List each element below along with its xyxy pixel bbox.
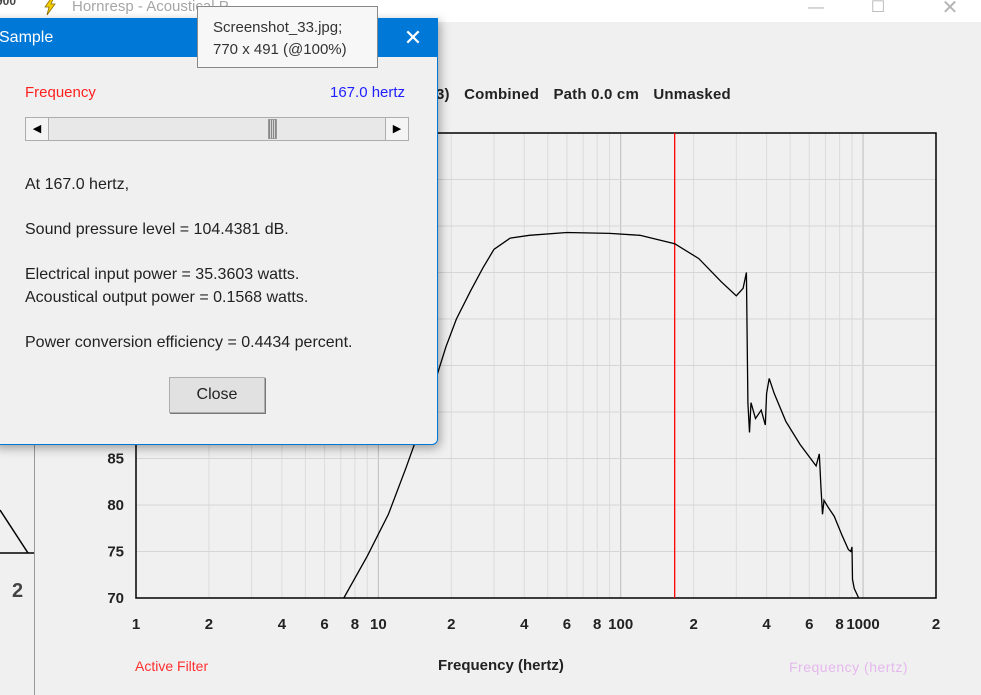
x-tick-label: 1000 (846, 616, 879, 633)
at-frequency-text: At 167.0 hertz, (25, 176, 130, 193)
x-tick-label: 8 (835, 616, 843, 633)
electrical-power-text: Electrical input power = 35.3603 watts. (25, 266, 300, 283)
active-filter-label[interactable]: Active Filter (135, 658, 208, 674)
x-tick-label: 4 (762, 616, 771, 633)
spl-text: Sound pressure level = 104.4381 dB. (25, 221, 289, 238)
mini-plot-trace (0, 509, 29, 554)
y-tick-label: 85 (107, 451, 124, 468)
frequency-value: 167.0 hertz (330, 84, 406, 101)
x-tick-label: 8 (351, 616, 359, 633)
slider-right-arrow-icon[interactable]: ▶ (385, 118, 408, 140)
y-tick-label: 70 (107, 590, 124, 607)
x-tick-label: 2 (689, 616, 697, 633)
x-tick-label: 6 (805, 616, 813, 633)
image-info-tooltip: Screenshot_33.jpg; 770 x 491 (@100%) (197, 6, 378, 68)
tooltip-filename: Screenshot_33.jpg; (213, 19, 343, 36)
x-tick-label: 100 (608, 616, 633, 633)
left-mini-plot (0, 509, 34, 554)
y-tick-labels: 85 80 75 70 (107, 451, 124, 608)
x-tick-label: 6 (320, 616, 328, 633)
dialog-titlebar-close-icon[interactable]: ✕ (393, 22, 433, 54)
x-tick-label: 1 (132, 616, 140, 633)
dialog-title: Sample (0, 29, 54, 46)
x-tick-label: 8 (593, 616, 601, 633)
x-tick-label: 4 (520, 616, 529, 633)
x-tick-label: 2 (447, 616, 455, 633)
acoustical-power-text: Acoustical output power = 0.1568 watts. (25, 289, 309, 306)
x-tick-labels: 1 2 4 6 8 10 2 4 6 8 100 2 4 6 8 1000 2 (132, 616, 940, 633)
x-tick-label: 6 (563, 616, 571, 633)
x-axis-title: Frequency (hertz) (438, 657, 564, 674)
slider-thumb[interactable] (268, 119, 278, 139)
tooltip-dimensions: 770 x 491 (@100%) (213, 41, 347, 58)
slider-left-arrow-icon[interactable]: ◀ (26, 118, 49, 140)
x-tick-label: 4 (278, 616, 287, 633)
efficiency-text: Power conversion efficiency = 0.4434 per… (25, 334, 353, 351)
y-tick-label: 75 (107, 544, 124, 561)
x-tick-label: 2 (205, 616, 213, 633)
x-tick-label: 2 (932, 616, 940, 633)
sample-dialog: Sample ✕ Frequency 167.0 hertz ◀ ▶ At 16… (0, 18, 438, 445)
frequency-label: Frequency (25, 84, 96, 101)
ghost-axis-label: Frequency (hertz) (789, 659, 908, 675)
frequency-slider[interactable]: ◀ ▶ (25, 117, 409, 141)
close-button[interactable]: Close (169, 377, 265, 413)
y-tick-label: 80 (107, 497, 124, 514)
x-tick-label: 10 (370, 616, 387, 633)
